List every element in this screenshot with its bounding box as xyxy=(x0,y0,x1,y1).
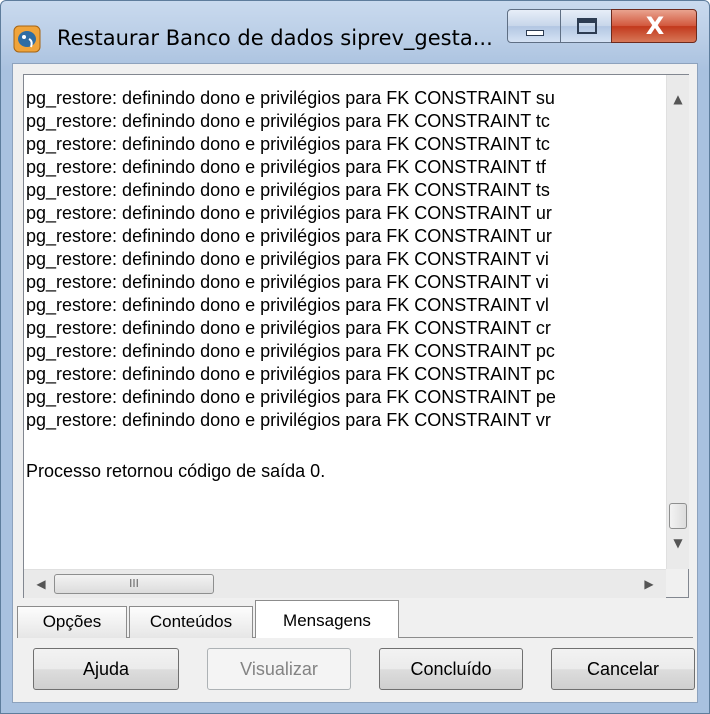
caption-buttons: X xyxy=(507,9,697,45)
log-line: pg_restore: definindo dono e privilégios… xyxy=(26,134,550,154)
scroll-left-arrow-icon[interactable]: ◀ xyxy=(28,570,54,598)
horizontal-scroll-thumb[interactable]: III xyxy=(54,574,214,594)
log-line: pg_restore: definindo dono e privilégios… xyxy=(26,111,550,131)
title-bar[interactable]: Restaurar Banco de dados siprev_gesta...… xyxy=(1,1,709,63)
log-line: pg_restore: definindo dono e privilégios… xyxy=(26,410,551,430)
close-icon: X xyxy=(645,12,665,40)
scroll-down-arrow-icon[interactable]: ▼ xyxy=(667,531,689,555)
tab-strip: Opções Conteúdos Mensagens xyxy=(17,598,693,638)
log-line: pg_restore: definindo dono e privilégios… xyxy=(26,341,555,361)
maximize-button[interactable] xyxy=(560,9,612,43)
log-line: pg_restore: definindo dono e privilégios… xyxy=(26,157,546,177)
restore-dialog-window: Restaurar Banco de dados siprev_gesta...… xyxy=(0,0,710,714)
close-button[interactable]: X xyxy=(611,9,697,43)
minimize-icon xyxy=(526,30,544,36)
log-line: pg_restore: definindo dono e privilégios… xyxy=(26,318,551,338)
exit-code-message: Processo retornou código de saída 0. xyxy=(26,461,326,481)
tab-opcoes[interactable]: Opções xyxy=(17,606,127,638)
vertical-scrollbar[interactable]: ▲ ▼ xyxy=(666,75,689,569)
log-line: pg_restore: definindo dono e privilégios… xyxy=(26,387,556,407)
minimize-button[interactable] xyxy=(507,9,561,43)
log-line: pg_restore: definindo dono e privilégios… xyxy=(26,295,549,315)
messages-log-text[interactable]: pg_restore: definindo dono e privilégios… xyxy=(26,87,662,567)
view-button[interactable]: Visualizar xyxy=(207,648,351,690)
scroll-up-arrow-icon[interactable]: ▲ xyxy=(667,87,689,111)
messages-log-box[interactable]: pg_restore: definindo dono e privilégios… xyxy=(23,74,689,598)
log-line: pg_restore: definindo dono e privilégios… xyxy=(26,88,555,108)
log-line: pg_restore: definindo dono e privilégios… xyxy=(26,203,552,223)
vertical-scroll-thumb[interactable] xyxy=(669,503,687,529)
help-button[interactable]: Ajuda xyxy=(33,648,179,690)
horizontal-scrollbar[interactable]: ◀ III ▶ xyxy=(24,569,666,598)
scrollbar-corner xyxy=(666,569,688,597)
cancel-button[interactable]: Cancelar xyxy=(551,648,695,690)
tab-mensagens[interactable]: Mensagens xyxy=(255,600,399,638)
window-title: Restaurar Banco de dados siprev_gesta... xyxy=(57,26,493,50)
log-line: pg_restore: definindo dono e privilégios… xyxy=(26,180,550,200)
pgadmin-elephant-icon xyxy=(13,25,41,53)
tab-conteudos[interactable]: Conteúdos xyxy=(129,606,253,638)
dialog-client-area: pg_restore: definindo dono e privilégios… xyxy=(12,63,698,703)
log-line: pg_restore: definindo dono e privilégios… xyxy=(26,364,555,384)
done-button[interactable]: Concluído xyxy=(379,648,523,690)
log-line: pg_restore: definindo dono e privilégios… xyxy=(26,226,552,246)
scroll-right-arrow-icon[interactable]: ▶ xyxy=(636,570,662,598)
log-line: pg_restore: definindo dono e privilégios… xyxy=(26,272,549,292)
log-line: pg_restore: definindo dono e privilégios… xyxy=(26,249,549,269)
maximize-icon xyxy=(577,18,597,34)
